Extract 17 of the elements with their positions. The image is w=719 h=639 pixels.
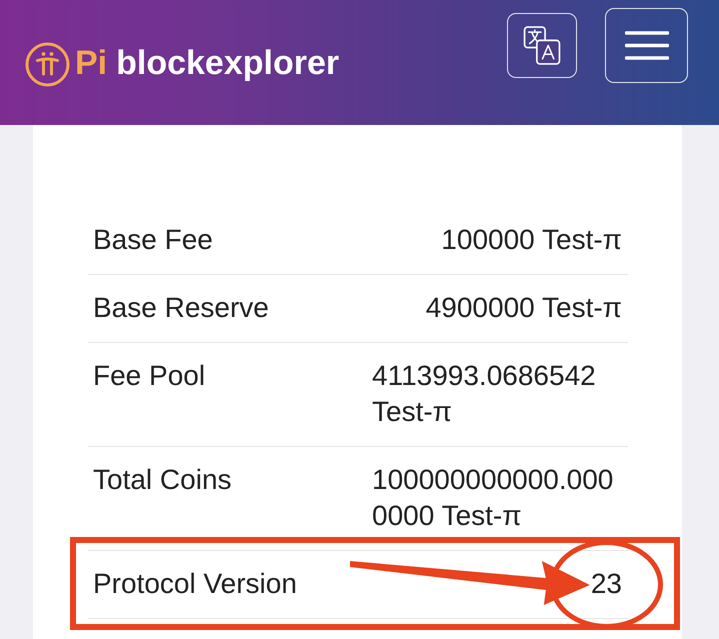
field-label: Base Fee: [93, 224, 213, 255]
brand-name: blockexplorer: [116, 44, 340, 82]
field-label: Base Reserve: [93, 292, 269, 323]
translate-button[interactable]: [507, 13, 577, 78]
menu-icon: [624, 31, 668, 60]
field-label: Protocol Version: [93, 568, 297, 599]
field-value: 100000000000.0000000 Test-π: [372, 463, 614, 533]
translate-icon: [523, 26, 561, 65]
pi-symbol-icon: [25, 42, 70, 87]
field-value: 4113993.0686542 Test-π: [372, 359, 597, 429]
field-label: Fee Pool: [93, 360, 206, 391]
field-value: 100000 Test-π: [441, 223, 622, 257]
field-value: 4900000 Test-π: [426, 291, 622, 325]
field-label: Total Coins: [93, 464, 232, 495]
field-value: 23: [590, 567, 622, 601]
brand-prefix: Pi: [75, 44, 108, 82]
menu-button[interactable]: [605, 8, 688, 83]
